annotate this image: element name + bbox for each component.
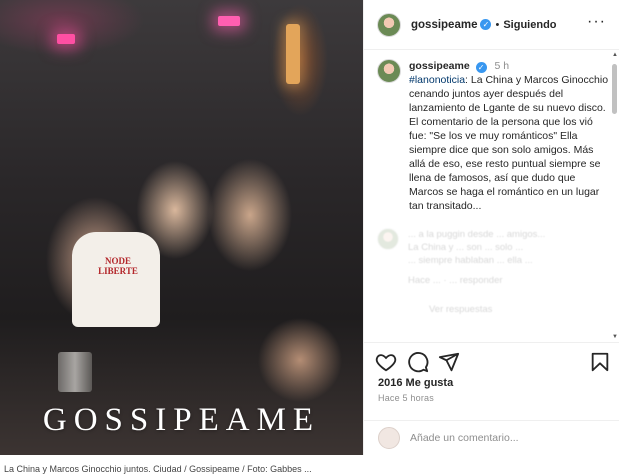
lamp-light bbox=[286, 24, 300, 84]
caption-text: : La China y Marcos Ginocchio cenando ju… bbox=[409, 74, 609, 212]
send-icon[interactable] bbox=[438, 351, 460, 373]
comment-icon[interactable] bbox=[407, 351, 429, 373]
comment-line: ... siempre hablaban ... ella ... bbox=[408, 255, 533, 266]
comment-text: ... a la puggin desde ... amigos... La C… bbox=[408, 228, 545, 267]
watermark: GOSSIPEAME bbox=[42, 402, 321, 438]
scroll-up-icon[interactable]: ▲ bbox=[612, 52, 618, 58]
comment-meta: Hace ... · ... responder bbox=[408, 275, 503, 286]
post-side-panel: gossipeame ✓ • Siguiendo ··· gossipeame … bbox=[363, 0, 619, 455]
avatar[interactable] bbox=[377, 12, 401, 37]
image-caption: La China y Marcos Ginocchio juntos. Ciud… bbox=[0, 460, 619, 474]
emoji-icon[interactable] bbox=[378, 427, 400, 449]
following-button[interactable]: Siguiendo bbox=[503, 19, 556, 31]
caption-time: 5 h bbox=[494, 60, 510, 72]
header-username[interactable]: gossipeame bbox=[411, 19, 477, 31]
avatar[interactable] bbox=[377, 59, 401, 83]
hashtag-link[interactable]: #lanonoticia bbox=[409, 74, 465, 86]
more-options-icon[interactable]: ··· bbox=[587, 13, 606, 31]
post-timestamp: Hace 5 horas bbox=[378, 393, 434, 403]
view-replies: Ver respuestas bbox=[429, 304, 493, 315]
comment-input[interactable]: Añade un comentario... bbox=[410, 432, 519, 444]
avatar bbox=[377, 228, 399, 250]
neon-light bbox=[57, 34, 75, 44]
post-actions bbox=[364, 342, 619, 378]
verified-icon: ✓ bbox=[480, 19, 492, 30]
comment-line: ... a la puggin desde ... amigos... bbox=[408, 229, 546, 240]
glass bbox=[58, 352, 92, 392]
comments-area[interactable]: gossipeame ✓ 5 h #lanonoticia: La China … bbox=[364, 50, 619, 342]
separator-dot: • bbox=[495, 18, 500, 31]
post-header: gossipeame ✓ • Siguiendo ··· bbox=[364, 0, 619, 50]
add-comment-bar: Añade un comentario... bbox=[364, 420, 619, 455]
white-top bbox=[72, 232, 160, 327]
faded-comment: ... a la puggin desde ... amigos... La C… bbox=[377, 228, 607, 315]
shirt-print: NODE LIBERTE bbox=[98, 256, 138, 276]
scroll-down-icon[interactable]: ▼ bbox=[612, 334, 618, 340]
verified-icon: ✓ bbox=[475, 62, 487, 73]
caption-username[interactable]: gossipeame bbox=[409, 60, 470, 72]
comments-scrollbar[interactable]: ▲ ▼ bbox=[612, 52, 618, 340]
image-caption-text: La China y Marcos Ginocchio juntos. Ciud… bbox=[4, 464, 312, 474]
comment-line: La China y ... son ... solo ... bbox=[408, 242, 524, 253]
post-caption: gossipeame ✓ 5 h #lanonoticia: La China … bbox=[377, 59, 609, 213]
scroll-thumb[interactable] bbox=[612, 64, 617, 114]
heart-icon[interactable] bbox=[375, 351, 397, 373]
likes-count[interactable]: 2016 Me gusta bbox=[378, 377, 453, 389]
post-photo[interactable]: NODE LIBERTE GOSSIPEAME bbox=[0, 0, 363, 455]
neon-light bbox=[218, 16, 240, 26]
caption-body: gossipeame ✓ 5 h #lanonoticia: La China … bbox=[409, 59, 609, 213]
bookmark-icon[interactable] bbox=[589, 351, 611, 373]
